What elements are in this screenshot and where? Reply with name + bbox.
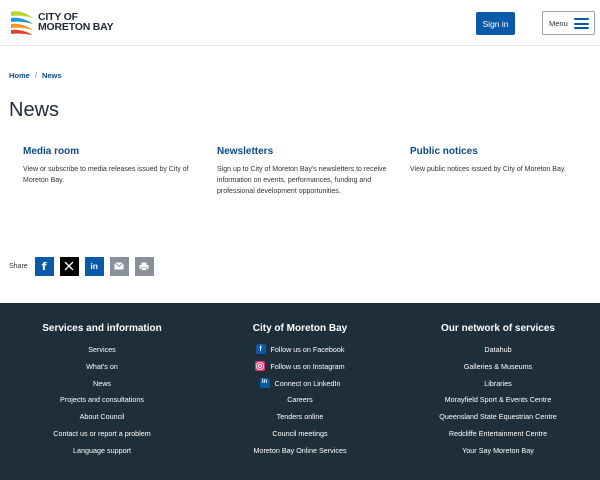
card-title[interactable]: Media room [23,146,193,157]
footer-link[interactable]: News [2,378,202,395]
footer-link[interactable]: Queensland State Equestrian Centre [398,411,598,428]
breadcrumb-separator: / [34,71,37,80]
city-logo[interactable]: CITY OF MORETON BAY [9,7,119,37]
footer-heading: Our network of services [441,323,555,334]
footer-link-label: Connect on LinkedIn [274,378,341,388]
instagram-icon [255,360,266,371]
footer-link[interactable]: Projects and consultations [2,394,202,411]
card-title[interactable]: Newsletters [217,146,387,157]
breadcrumb-home[interactable]: Home [9,71,30,80]
footer-link[interactable]: Datahub [398,344,598,361]
share-print-button[interactable] [134,256,154,276]
logo-mark-icon [11,11,33,35]
card-newsletters: Newsletters Sign up to City of Moreton B… [217,146,387,197]
footer-link[interactable]: Moreton Bay Online Services [200,445,400,462]
footer-link-label: Follow us on Facebook [270,345,345,354]
footer-link[interactable]: What's on [2,361,202,378]
logo-line-2: MORETON BAY [38,21,114,33]
footer-heading: Services and information [42,323,162,334]
share-facebook-button[interactable]: f [34,256,54,276]
breadcrumb-news[interactable]: News [42,71,62,80]
breadcrumb: Home / News [9,71,62,80]
email-icon [114,262,124,270]
footer-link-label: Follow us on Instagram [270,361,345,371]
footer-link[interactable]: Services [2,344,202,361]
hamburger-icon [574,18,589,29]
footer-link-instagram[interactable]: Follow us on Instagram [200,360,400,378]
footer-link[interactable]: Morayfield Sport & Events Centre [398,394,598,411]
footer-link-linkedin[interactable]: in Connect on LinkedIn [200,377,400,395]
footer-heading: City of Moreton Bay [252,323,348,334]
footer-link[interactable]: Language support [2,445,202,462]
facebook-icon: f [41,259,47,273]
card-description: View public notices issued by City of Mo… [410,166,566,173]
linkedin-icon: in [259,377,270,388]
card-media-room: Media room View or subscribe to media re… [23,146,193,186]
x-icon [64,261,74,271]
footer-column-network: Our network of services Datahub Gallerie… [398,323,598,462]
footer-link[interactable]: Council meetings [200,428,400,445]
card-description: View or subscribe to media releases issu… [23,166,189,184]
card-description: Sign up to City of Moreton Bay's newslet… [217,166,387,195]
share-label: Share [9,262,28,270]
footer-link[interactable]: Libraries [398,378,598,395]
facebook-icon: f [255,344,266,354]
print-icon [139,262,149,271]
footer-link[interactable]: About Council [2,411,202,428]
footer-link-list: f Follow us on Facebook Follow us on Ins… [200,344,400,462]
footer-link[interactable]: Your Say Moreton Bay [398,445,598,462]
menu-button[interactable]: Menu [542,11,595,35]
footer-link[interactable]: Galleries & Museums [398,361,598,378]
sign-in-button[interactable]: Sign in [476,12,515,35]
menu-label: Menu [549,18,568,28]
footer-link[interactable]: Redcliffe Entertainment Centre [398,428,598,445]
share-x-button[interactable] [59,256,79,276]
footer-link-facebook[interactable]: f Follow us on Facebook [200,344,400,361]
site-footer: Services and information Services What's… [0,303,600,480]
card-title[interactable]: Public notices [410,146,580,157]
logo-text: CITY OF MORETON BAY [38,11,114,33]
share-email-button[interactable] [109,256,129,276]
footer-link[interactable]: Tenders online [200,411,400,428]
linkedin-icon: in [90,261,98,271]
page-title: News [9,99,60,121]
footer-column-services: Services and information Services What's… [2,323,202,462]
footer-link[interactable]: Careers [200,394,400,411]
footer-link-list: Datahub Galleries & Museums Libraries Mo… [398,344,598,462]
share-bar: Share f in [9,256,160,276]
footer-link-list: Services What's on News Projects and con… [2,344,202,462]
share-linkedin-button[interactable]: in [84,256,104,276]
footer-link[interactable]: Contact us or report a problem [2,428,202,445]
footer-column-city: City of Moreton Bay f Follow us on Faceb… [200,323,400,462]
site-header: CITY OF MORETON BAY Sign in Menu [0,0,600,46]
card-public-notices: Public notices View public notices issue… [410,146,580,175]
